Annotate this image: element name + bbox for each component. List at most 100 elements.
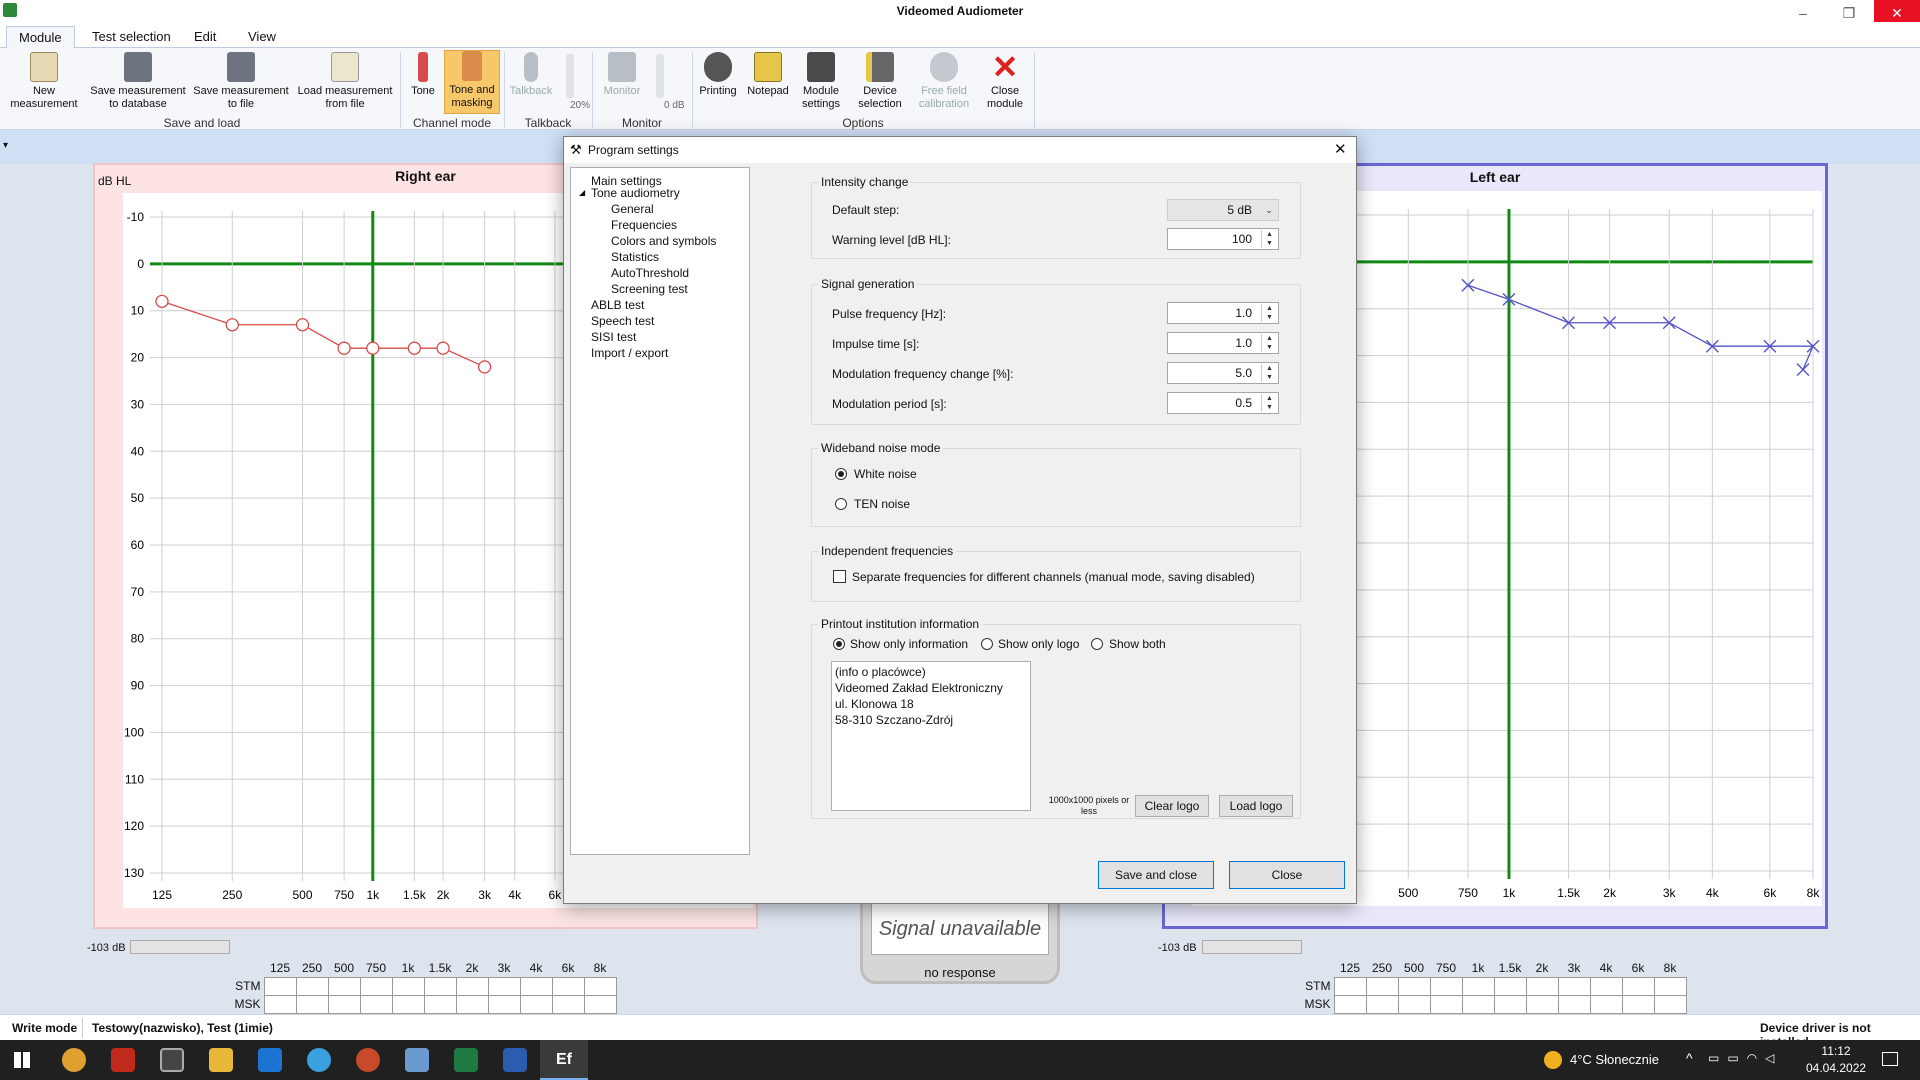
chrome-profile-icon[interactable] bbox=[356, 1048, 380, 1072]
clock-date[interactable]: 04.04.2022 bbox=[1806, 1061, 1866, 1075]
tree-item-sisi-test[interactable]: SISI test bbox=[591, 330, 636, 344]
tone-and-masking-button[interactable]: Tone and masking bbox=[444, 50, 500, 114]
freq-cell[interactable] bbox=[423, 994, 457, 1014]
warning-level-input[interactable]: 100 ▲ ▼ bbox=[1167, 228, 1279, 250]
freq-cell[interactable] bbox=[359, 994, 393, 1014]
freq-cell[interactable] bbox=[1429, 994, 1463, 1014]
freq-cell[interactable] bbox=[1365, 976, 1399, 996]
freq-cell[interactable] bbox=[1653, 994, 1687, 1014]
save-to-file-button[interactable]: Save measurement to file bbox=[190, 52, 292, 111]
tab-view[interactable]: View bbox=[236, 26, 288, 48]
tray-icons[interactable]: ▭▭◠◁ bbox=[1708, 1051, 1782, 1065]
tree-item-autothreshold[interactable]: AutoThreshold bbox=[611, 266, 689, 280]
freq-cell[interactable] bbox=[583, 976, 617, 996]
monitor-slider[interactable] bbox=[656, 54, 664, 98]
weather-text[interactable]: 4°C Słonecznie bbox=[1570, 1052, 1659, 1067]
modulation-period-input[interactable]: 0.5 ▲ ▼ bbox=[1167, 392, 1279, 414]
white-noise-radio[interactable] bbox=[835, 468, 847, 480]
clock-time[interactable]: 11:12 bbox=[1816, 1044, 1856, 1058]
show-both-radio[interactable] bbox=[1091, 638, 1103, 650]
tree-item-speech-test[interactable]: Speech test bbox=[591, 314, 654, 328]
separate-frequencies-checkbox[interactable] bbox=[833, 570, 846, 583]
spinner-icon[interactable]: ▲ ▼ bbox=[1261, 334, 1277, 352]
spinner-icon[interactable]: ▲ ▼ bbox=[1261, 304, 1277, 322]
freq-cell[interactable] bbox=[551, 994, 585, 1014]
tree-item-tone-audiometry[interactable]: Tone audiometry bbox=[591, 186, 680, 200]
freq-cell[interactable] bbox=[1429, 976, 1463, 996]
pulse-frequency-input[interactable]: 1.0 ▲ ▼ bbox=[1167, 302, 1279, 324]
tab-edit[interactable]: Edit bbox=[182, 26, 228, 48]
tab-test-selection[interactable]: Test selection bbox=[80, 26, 183, 48]
tree-item-colors-and-symbols[interactable]: Colors and symbols bbox=[611, 234, 716, 248]
freq-cell[interactable] bbox=[263, 994, 297, 1014]
freq-cell[interactable] bbox=[1493, 976, 1527, 996]
freq-cell[interactable] bbox=[295, 994, 329, 1014]
spinner-icon[interactable]: ▲ ▼ bbox=[1261, 394, 1277, 412]
freq-cell[interactable] bbox=[1397, 976, 1431, 996]
freq-cell[interactable] bbox=[1557, 976, 1591, 996]
freq-cell[interactable] bbox=[327, 994, 361, 1014]
freq-cell[interactable] bbox=[1397, 994, 1431, 1014]
show-only-information-radio[interactable] bbox=[833, 638, 845, 650]
freq-cell[interactable] bbox=[1621, 994, 1655, 1014]
free-field-calibration-button[interactable]: Free field calibration bbox=[912, 52, 976, 111]
save-to-database-button[interactable]: Save measurement to database bbox=[86, 52, 190, 111]
freq-cell[interactable] bbox=[1621, 976, 1655, 996]
chrome-icon[interactable] bbox=[62, 1048, 86, 1072]
freq-cell[interactable] bbox=[519, 994, 553, 1014]
show-only-logo-radio[interactable] bbox=[981, 638, 993, 650]
freq-cell[interactable] bbox=[1525, 976, 1559, 996]
freq-cell[interactable] bbox=[1493, 994, 1527, 1014]
notepad-button[interactable]: Notepad bbox=[744, 52, 792, 98]
freq-cell[interactable] bbox=[487, 976, 521, 996]
tab-module[interactable]: Module bbox=[6, 26, 75, 48]
module-settings-button[interactable]: Module settings bbox=[796, 52, 846, 111]
file-explorer-icon[interactable] bbox=[209, 1048, 233, 1072]
tone-button[interactable]: Tone bbox=[404, 52, 442, 98]
tree-item-ablb-test[interactable]: ABLB test bbox=[591, 298, 644, 312]
maps-icon[interactable] bbox=[160, 1048, 184, 1072]
notifications-icon[interactable] bbox=[1882, 1052, 1898, 1066]
dialog-close-icon[interactable]: ✕ bbox=[1334, 140, 1347, 158]
freq-cell[interactable] bbox=[1365, 994, 1399, 1014]
tree-item-screening-test[interactable]: Screening test bbox=[611, 282, 688, 296]
freq-cell[interactable] bbox=[455, 994, 489, 1014]
close-button[interactable]: Close bbox=[1229, 861, 1345, 889]
freq-cell[interactable] bbox=[519, 976, 553, 996]
institution-info-textarea[interactable]: (info o placówce) Videomed Zakład Elektr… bbox=[831, 661, 1031, 811]
spinner-icon[interactable]: ▲ ▼ bbox=[1261, 230, 1277, 248]
modulation-change-input[interactable]: 5.0 ▲ ▼ bbox=[1167, 362, 1279, 384]
tree-item-frequencies[interactable]: Frequencies bbox=[611, 218, 677, 232]
freq-cell[interactable] bbox=[551, 976, 585, 996]
clear-logo-button[interactable]: Clear logo bbox=[1135, 795, 1209, 817]
close-module-button[interactable]: ✕ Close module bbox=[978, 51, 1032, 111]
freq-cell[interactable] bbox=[263, 976, 297, 996]
monitor-button[interactable]: Monitor bbox=[594, 52, 650, 98]
ten-noise-radio[interactable] bbox=[835, 498, 847, 510]
audiometer-taskbar-button[interactable]: Ef bbox=[540, 1040, 588, 1080]
freq-cell[interactable] bbox=[487, 994, 521, 1014]
new-measurement-button[interactable]: New measurement bbox=[6, 52, 82, 111]
freq-cell[interactable] bbox=[391, 976, 425, 996]
tree-item-statistics[interactable]: Statistics bbox=[611, 250, 659, 264]
freq-cell[interactable] bbox=[327, 976, 361, 996]
talkback-button[interactable]: Talkback bbox=[506, 52, 556, 98]
freq-cell[interactable] bbox=[455, 976, 489, 996]
spinner-icon[interactable]: ▲ ▼ bbox=[1261, 364, 1277, 382]
freq-cell[interactable] bbox=[1333, 994, 1367, 1014]
load-logo-button[interactable]: Load logo bbox=[1219, 795, 1293, 817]
document-viewer-icon[interactable] bbox=[405, 1048, 429, 1072]
freq-cell[interactable] bbox=[391, 994, 425, 1014]
printing-button[interactable]: Printing bbox=[694, 52, 742, 98]
tree-expand-icon[interactable]: ◢ bbox=[579, 188, 585, 197]
freq-cell[interactable] bbox=[1461, 994, 1495, 1014]
save-and-close-button[interactable]: Save and close bbox=[1098, 861, 1214, 889]
freq-cell[interactable] bbox=[1589, 976, 1623, 996]
excel-icon[interactable] bbox=[454, 1048, 478, 1072]
freq-cell[interactable] bbox=[1589, 994, 1623, 1014]
browser-icon[interactable] bbox=[307, 1048, 331, 1072]
talkback-slider[interactable] bbox=[566, 54, 574, 98]
load-measurement-button[interactable]: Load measurement from file bbox=[292, 52, 398, 111]
impulse-time-input[interactable]: 1.0 ▲ ▼ bbox=[1167, 332, 1279, 354]
app-red-icon[interactable] bbox=[111, 1048, 135, 1072]
